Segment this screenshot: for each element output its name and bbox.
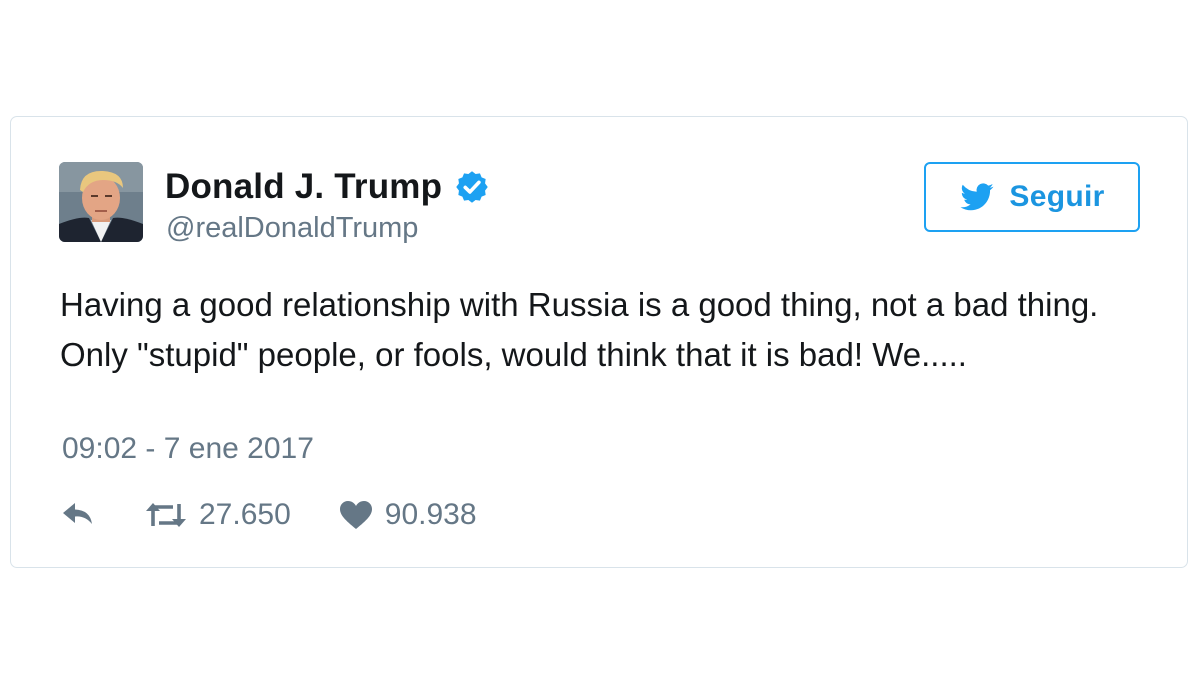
- verified-badge-icon: [454, 169, 490, 205]
- reply-button[interactable]: [61, 500, 97, 530]
- retweet-count: 27.650: [199, 498, 291, 531]
- tweet-timestamp[interactable]: 09:02 - 7 ene 2017: [62, 432, 314, 466]
- author-handle[interactable]: @realDonaldTrump: [166, 212, 418, 245]
- author-name-row: Donald J. Trump: [165, 167, 490, 207]
- tweet-text: Having a good relationship with Russia i…: [60, 286, 1099, 373]
- retweet-button[interactable]: 27.650: [145, 498, 291, 532]
- tweet-card: Donald J. Trump @realDonaldTrump Seguir …: [10, 116, 1188, 568]
- follow-button[interactable]: Seguir: [924, 162, 1140, 232]
- tweet-actions: 27.650 90.938: [61, 495, 477, 535]
- reply-icon: [63, 503, 92, 524]
- heart-icon: [339, 501, 372, 529]
- twitter-bird-icon: [959, 179, 995, 215]
- author-display-name[interactable]: Donald J. Trump: [165, 167, 442, 207]
- follow-button-label: Seguir: [1009, 180, 1105, 213]
- like-count: 90.938: [384, 498, 477, 531]
- author-avatar[interactable]: [59, 162, 143, 242]
- like-button[interactable]: 90.938: [339, 498, 477, 532]
- avatar-image: [59, 162, 143, 242]
- retweet-icon: [146, 503, 186, 527]
